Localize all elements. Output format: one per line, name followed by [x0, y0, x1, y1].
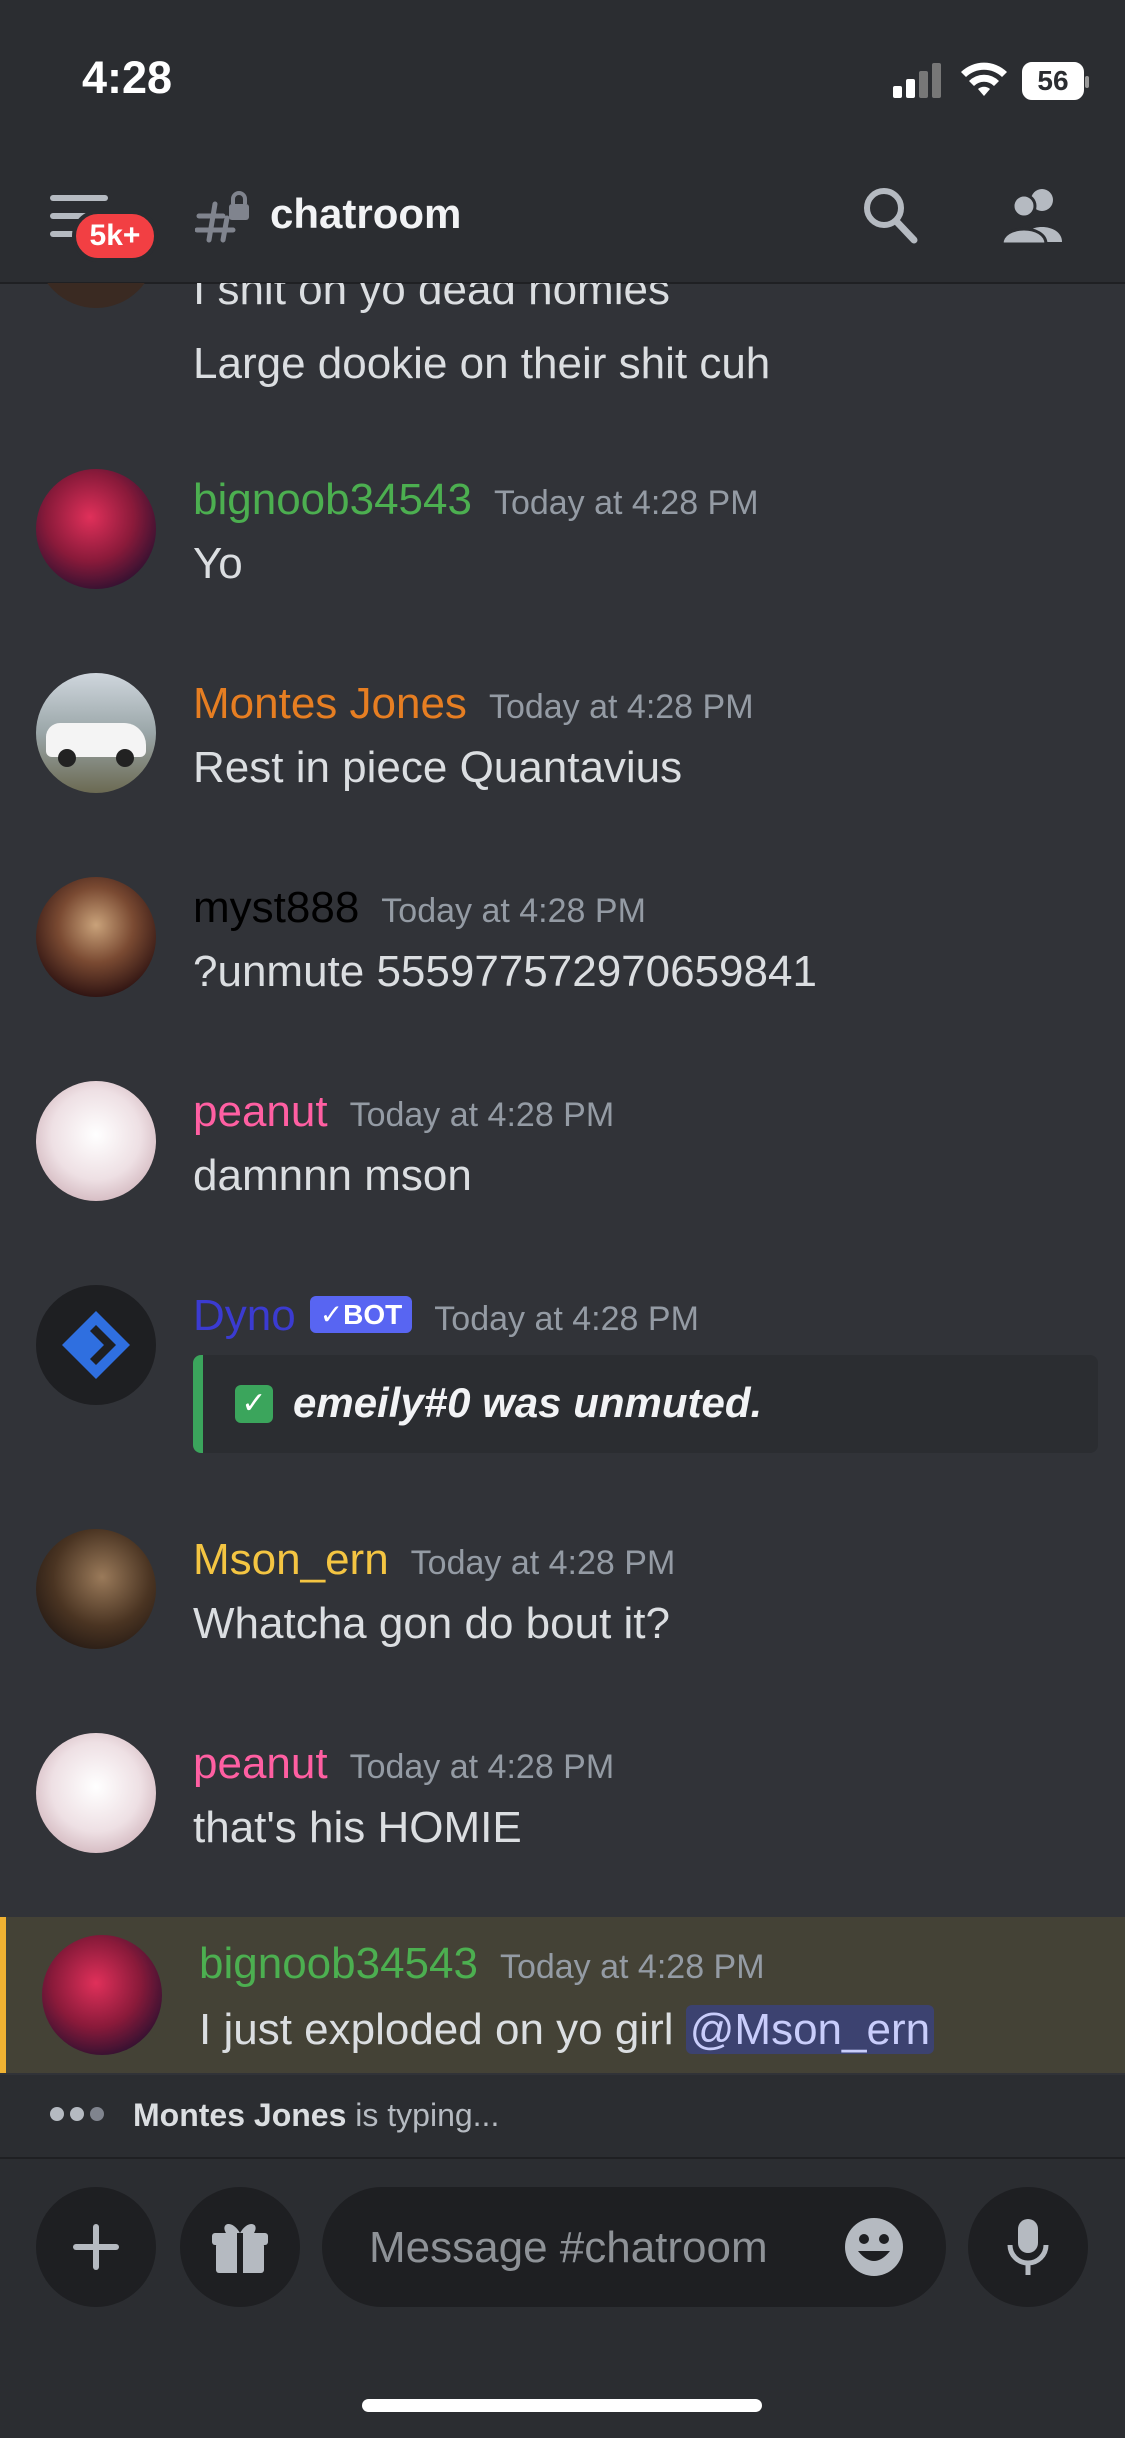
timestamp: Today at 4:28 PM — [499, 1948, 765, 1986]
message-bot: Dyno ✓BOT Today at 4:28 PM ✓ emeily#0 was … — [0, 1285, 1125, 1485]
message-text: Whatcha gon do bout it? — [193, 1599, 670, 1648]
timestamp: Today at 4:28 PM — [493, 484, 759, 522]
channel-name[interactable]: chatroom — [270, 190, 461, 238]
author-label: peanut — [193, 1087, 328, 1136]
message-text: that's his HOMIE — [193, 1803, 522, 1852]
avatar — [36, 283, 156, 308]
checkmark-icon: ✓ — [235, 1385, 273, 1423]
message-text: damnnn mson — [193, 1151, 472, 1200]
status-time: 4:28 — [82, 52, 173, 103]
battery-icon: 56 — [1022, 62, 1089, 100]
timestamp: Today at 4:28 PM — [434, 1300, 699, 1338]
unread-badge: 5k+ — [72, 210, 158, 262]
battery-level: 56 — [1037, 65, 1069, 96]
timestamp: Today at 4:28 PM — [381, 892, 646, 930]
channel-header — [0, 160, 1125, 284]
message: Montes Jones Today at 4:28 PM Rest in pie… — [0, 673, 1125, 823]
author-name[interactable]: Mson_ern Today at 4:28 PM — [193, 1535, 675, 1585]
message-text: Yo — [193, 539, 243, 588]
message: bignoob34543 Today at 4:28 PM Yo — [0, 469, 1125, 619]
message: myst888 Today at 4:28 PM ?unmute 55597757… — [0, 877, 1125, 1027]
add-attachment-button[interactable] — [36, 2187, 156, 2307]
avatar[interactable] — [42, 1935, 162, 2055]
message-mentioned: bignoob34543 Today at 4:28 PM I just expl… — [0, 1917, 1125, 2073]
message-text: I shit on yo dead homies — [193, 283, 670, 314]
avatar[interactable] — [36, 1529, 156, 1649]
message-input[interactable] — [367, 2215, 811, 2281]
author-label: bignoob34543 — [199, 1939, 478, 1988]
author-label: peanut — [193, 1739, 328, 1788]
cellular-signal-icon — [893, 62, 943, 98]
car-wheel — [58, 749, 76, 767]
author-name[interactable]: myst888 Today at 4:28 PM — [193, 883, 646, 933]
message-list: I shit on yo dead homies Large dookie on… — [0, 283, 1125, 2073]
search-icon[interactable] — [862, 186, 918, 244]
message: Mson_ern Today at 4:28 PM Whatcha gon do … — [0, 1529, 1125, 1679]
author-name[interactable]: peanut Today at 4:28 PM — [193, 1739, 614, 1789]
car-wheel — [116, 749, 134, 767]
author-name[interactable]: Dyno ✓BOT Today at 4:28 PM — [193, 1291, 699, 1341]
author-label: Dyno — [193, 1291, 296, 1340]
author-name[interactable]: bignoob34543 Today at 4:28 PM — [193, 475, 759, 525]
typing-text: Montes Jones is typing... — [133, 2097, 499, 2134]
message-continuation: I shit on yo dead homies Large dookie on… — [0, 283, 1125, 403]
status-bar: 4:28 56 — [0, 0, 1125, 160]
timestamp: Today at 4:28 PM — [410, 1544, 676, 1582]
microphone-icon — [1007, 2219, 1049, 2275]
author-label: Montes Jones — [193, 679, 467, 728]
message-text: Large dookie on their shit cuh — [193, 339, 771, 388]
message: peanut Today at 4:28 PM damnnn mson — [0, 1081, 1125, 1231]
typing-user: Montes Jones — [133, 2097, 347, 2133]
message-body: I just exploded on yo girl — [199, 2005, 674, 2054]
timestamp: Today at 4:28 PM — [349, 1748, 615, 1786]
message-text: Rest in piece Quantavius — [193, 743, 683, 792]
avatar[interactable] — [36, 1081, 156, 1201]
avatar[interactable] — [36, 1285, 156, 1405]
typing-suffix: is typing... — [355, 2097, 500, 2133]
timestamp: Today at 4:28 PM — [488, 688, 754, 726]
message: peanut Today at 4:28 PM that's his HOMIE — [0, 1733, 1125, 1883]
timestamp: Today at 4:28 PM — [349, 1096, 615, 1134]
home-indicator[interactable] — [362, 2399, 762, 2412]
typing-dots-icon — [50, 2107, 110, 2126]
bot-tag: ✓BOT — [309, 1296, 413, 1333]
dyno-logo-icon — [62, 1311, 130, 1379]
voice-message-button[interactable] — [968, 2187, 1088, 2307]
typing-indicator: Montes Jones is typing... — [0, 2075, 1125, 2157]
avatar[interactable] — [36, 1733, 156, 1853]
author-name[interactable]: Montes Jones Today at 4:28 PM — [193, 679, 754, 729]
author-name[interactable]: peanut Today at 4:28 PM — [193, 1087, 614, 1137]
avatar[interactable] — [36, 877, 156, 997]
wifi-icon — [961, 62, 1007, 96]
author-label: bignoob34543 — [193, 475, 472, 524]
message-text: ?unmute 555977572970659841 — [193, 947, 817, 996]
message-text: I just exploded on yo girl @Mson_ern — [199, 2005, 935, 2055]
embed: ✓ emeily#0 was unmuted. — [193, 1355, 1098, 1453]
message-input-container — [322, 2187, 946, 2307]
emoji-icon[interactable] — [842, 2215, 906, 2279]
author-label: myst888 — [193, 883, 360, 932]
avatar[interactable] — [36, 469, 156, 589]
locked-channel-icon — [195, 191, 249, 243]
avatar[interactable] — [36, 673, 156, 793]
message-composer — [0, 2157, 1125, 2438]
gift-icon — [212, 2223, 268, 2273]
author-label: Mson_ern — [193, 1535, 389, 1584]
user-mention[interactable]: @Mson_ern — [685, 2005, 935, 2054]
plus-icon — [73, 2224, 119, 2270]
gift-button[interactable] — [180, 2187, 300, 2307]
author-name[interactable]: bignoob34543 Today at 4:28 PM — [199, 1939, 765, 1989]
embed-text: emeily#0 was unmuted. — [293, 1379, 763, 1426]
members-icon[interactable] — [1000, 186, 1068, 244]
